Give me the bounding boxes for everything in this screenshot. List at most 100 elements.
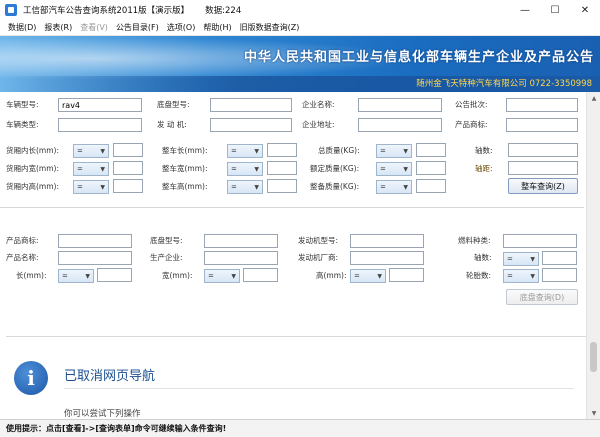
cargo-height-input[interactable] (113, 179, 143, 193)
vehicle-length-input[interactable] (267, 143, 297, 157)
cargo-width-operator[interactable]: = ▼ (73, 162, 109, 176)
chassis-length-operator[interactable]: = ▼ (58, 269, 94, 283)
chassis-model-label: 底盘型号: (157, 100, 190, 109)
chevron-down-icon: ▼ (530, 272, 535, 280)
curb-mass-input[interactable] (416, 179, 446, 193)
scroll-down-icon[interactable]: ▼ (587, 407, 600, 419)
product-name-input[interactable] (58, 251, 132, 265)
chevron-down-icon: ▼ (403, 165, 408, 173)
vehicle-brand-input[interactable] (506, 118, 578, 132)
vehicle-height-operator[interactable]: = ▼ (227, 180, 263, 194)
vertical-scrollbar[interactable]: ▲ ▼ (586, 92, 600, 419)
info-icon: i (14, 361, 48, 395)
cargo-height-label: 货厢内高(mm): (6, 182, 59, 191)
chassis-search-button[interactable]: 底盘查询(D) (506, 289, 578, 305)
vehicle-height-input[interactable] (267, 179, 297, 193)
menu-view[interactable]: 查看(V) (80, 22, 108, 33)
banner: 中华人民共和国工业与信息化部车辆生产企业及产品公告 随州金飞天特种汽车有限公司 … (0, 36, 600, 92)
result-pane: i 已取消网页导航 你可以尝试下列操作 (6, 336, 586, 419)
menu-data[interactable]: 数据(D) (8, 22, 36, 33)
cargo-width-input[interactable] (113, 161, 143, 175)
chevron-down-icon: ▼ (100, 165, 105, 173)
company-address-input[interactable] (358, 118, 442, 132)
vehicle-axle-count-input[interactable] (508, 143, 578, 157)
chassis-length-label: 长(mm): (16, 271, 47, 280)
wheelbase-label: 轴距: (475, 164, 493, 173)
chassis-axle-operator[interactable]: = ▼ (503, 252, 539, 266)
vehicle-model-input[interactable] (58, 98, 142, 112)
engine-maker-input[interactable] (350, 251, 424, 265)
wheelbase-input[interactable] (508, 161, 578, 175)
announcement-batch-input[interactable] (506, 98, 578, 112)
engine-label: 发 动 机: (157, 120, 187, 129)
engine-model-input[interactable] (350, 234, 424, 248)
chassis-height-label: 高(mm): (316, 271, 347, 280)
cargo-height-operator[interactable]: = ▼ (73, 180, 109, 194)
window-controls: — ☐ ✕ (510, 0, 600, 20)
vehicle-axle-count-label: 轴数: (475, 146, 493, 155)
chassis-width-input[interactable] (243, 268, 278, 282)
vehicle-width-input[interactable] (267, 161, 297, 175)
status-bar: 使用提示：点击[查看]->[查询表单]命令可继续输入条件查询! (0, 419, 600, 437)
manufacturer-label: 生产企业: (150, 253, 183, 262)
chevron-down-icon: ▼ (85, 272, 90, 280)
menu-catalog[interactable]: 公告目录(F) (116, 22, 159, 33)
chassis-model-input[interactable] (210, 98, 292, 112)
cargo-length-input[interactable] (113, 143, 143, 157)
minimize-button[interactable]: — (510, 0, 540, 20)
fuel-type-input[interactable] (503, 234, 577, 248)
menu-report[interactable]: 报表(R) (44, 22, 72, 33)
chassis-height-operator[interactable]: = ▼ (350, 269, 386, 283)
company-name-label: 企业名称: (302, 100, 335, 109)
chassis-height-input[interactable] (389, 268, 424, 282)
curb-mass-label: 整备质量(KG): (310, 182, 360, 191)
chassis-brand-label: 产品商标: (6, 236, 39, 245)
total-mass-operator[interactable]: = ▼ (376, 144, 412, 158)
rated-mass-label: 额定质量(KG): (310, 164, 360, 173)
vehicle-type-label: 车辆类型: (6, 120, 39, 129)
engine-model-label: 发动机型号: (298, 236, 339, 245)
close-button[interactable]: ✕ (570, 0, 600, 20)
scroll-thumb[interactable] (590, 342, 597, 372)
chevron-down-icon: ▼ (403, 183, 408, 191)
vehicle-search-button[interactable]: 整车查询(Z) (508, 178, 578, 194)
total-mass-input[interactable] (416, 143, 446, 157)
vehicle-length-label: 整车长(mm): (162, 146, 208, 155)
cargo-length-label: 货厢内长(mm): (6, 146, 59, 155)
fuel-type-label: 燃料种类: (458, 236, 491, 245)
chevron-down-icon: ▼ (254, 165, 259, 173)
chevron-down-icon: ▼ (377, 272, 382, 280)
chevron-down-icon: ▼ (254, 183, 259, 191)
chevron-down-icon: ▼ (254, 147, 259, 155)
rated-mass-operator[interactable]: = ▼ (376, 162, 412, 176)
window-title: 工信部汽车公告查询系统2011版【演示版】 (23, 6, 190, 16)
cargo-length-operator[interactable]: = ▼ (73, 144, 109, 158)
maximize-button[interactable]: ☐ (540, 0, 570, 20)
vehicle-width-operator[interactable]: = ▼ (227, 162, 263, 176)
tire-count-input[interactable] (542, 268, 577, 282)
chassis-length-input[interactable] (97, 268, 132, 282)
rated-mass-input[interactable] (416, 161, 446, 175)
scroll-up-icon[interactable]: ▲ (587, 92, 600, 104)
chassis-brand-input[interactable] (58, 234, 132, 248)
chassis-model-2-input[interactable] (204, 234, 278, 248)
menu-help[interactable]: 帮助(H) (203, 22, 231, 33)
chevron-down-icon: ▼ (231, 272, 236, 280)
tire-count-operator[interactable]: = ▼ (503, 269, 539, 283)
chassis-width-operator[interactable]: = ▼ (204, 269, 240, 283)
navigation-canceled-message: 已取消网页导航 (64, 369, 156, 384)
menu-options[interactable]: 选项(O) (167, 22, 196, 33)
pane-partial-text: 你可以尝试下列操作 (64, 409, 141, 419)
vehicle-type-input[interactable] (58, 118, 142, 132)
announcement-batch-label: 公告批次: (455, 100, 488, 109)
curb-mass-operator[interactable]: = ▼ (376, 180, 412, 194)
banner-heading: 中华人民共和国工业与信息化部车辆生产企业及产品公告 (243, 50, 594, 65)
app-icon (5, 4, 17, 16)
chassis-axle-count-input[interactable] (542, 251, 577, 265)
menu-legacy-query[interactable]: 旧版数据查询(Z) (240, 22, 300, 33)
vehicle-length-operator[interactable]: = ▼ (227, 144, 263, 158)
vehicle-brand-label: 产品商标: (455, 120, 488, 129)
manufacturer-input[interactable] (204, 251, 278, 265)
engine-input[interactable] (210, 118, 292, 132)
company-name-input[interactable] (358, 98, 442, 112)
